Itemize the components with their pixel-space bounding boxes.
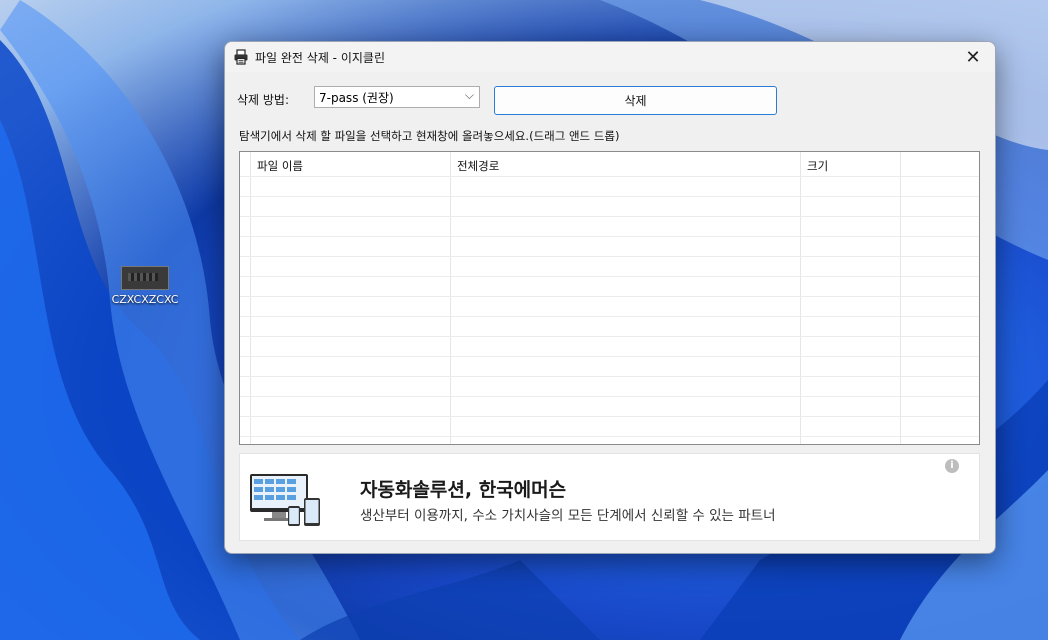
info-icon[interactable]: i bbox=[945, 459, 959, 473]
printer-icon bbox=[234, 49, 248, 65]
file-list[interactable]: 파일 이름 전체경로 크기 bbox=[239, 151, 980, 445]
desktop-file-icon[interactable]: CZXCXZCXC bbox=[106, 262, 184, 306]
delete-method-label: 삭제 방법: bbox=[237, 93, 290, 107]
close-button[interactable]: ✕ bbox=[951, 42, 995, 72]
row-divider bbox=[240, 256, 979, 257]
row-divider bbox=[240, 236, 979, 237]
row-divider bbox=[240, 276, 979, 277]
column-header-size[interactable]: 크기 bbox=[801, 152, 828, 176]
row-divider bbox=[240, 196, 979, 197]
column-header-filename[interactable]: 파일 이름 bbox=[251, 152, 303, 176]
ad-product-image bbox=[242, 456, 330, 538]
row-divider bbox=[240, 316, 979, 317]
ad-banner[interactable]: 자동화솔루션, 한국에머슨 생산부터 이용까지, 수소 가치사슬의 모든 단계에… bbox=[239, 453, 980, 541]
close-icon: ✕ bbox=[965, 46, 981, 68]
row-divider bbox=[240, 416, 979, 417]
delete-method-value: 7-pass (권장) bbox=[319, 91, 394, 105]
delete-button[interactable]: 삭제 bbox=[494, 86, 777, 115]
row-divider bbox=[240, 376, 979, 377]
column-header-fullpath[interactable]: 전체경로 bbox=[451, 152, 499, 176]
row-divider bbox=[240, 396, 979, 397]
desktop-file-label: CZXCXZCXC bbox=[111, 293, 179, 306]
file-list-header: 파일 이름 전체경로 크기 bbox=[240, 152, 979, 176]
title-bar[interactable]: 파일 완전 삭제 - 이지클린 ✕ bbox=[225, 42, 995, 72]
options-bar: 삭제 방법: 7-pass (권장) ⌵ 삭제 bbox=[225, 86, 995, 118]
app-window: 파일 완전 삭제 - 이지클린 ✕ 삭제 방법: 7-pass (권장) ⌵ 삭… bbox=[224, 41, 996, 554]
row-divider bbox=[240, 356, 979, 357]
instruction-text: 탐색기에서 삭제 할 파일을 선택하고 현재창에 올려놓으세요.(드래그 앤드 … bbox=[239, 129, 620, 143]
row-divider bbox=[240, 436, 979, 437]
ad-subtitle: 생산부터 이용까지, 수소 가치사슬의 모든 단계에서 신뢰할 수 있는 파트너 bbox=[360, 508, 776, 524]
row-divider bbox=[240, 176, 979, 177]
row-divider bbox=[240, 296, 979, 297]
delete-method-select[interactable]: 7-pass (권장) ⌵ bbox=[314, 86, 480, 108]
chevron-down-icon: ⌵ bbox=[464, 88, 474, 102]
ad-title: 자동화솔루션, 한국에머슨 bbox=[360, 479, 567, 501]
file-thumbnail bbox=[121, 266, 169, 290]
row-divider bbox=[240, 336, 979, 337]
row-divider bbox=[240, 216, 979, 217]
window-title: 파일 완전 삭제 - 이지클린 bbox=[255, 50, 385, 65]
